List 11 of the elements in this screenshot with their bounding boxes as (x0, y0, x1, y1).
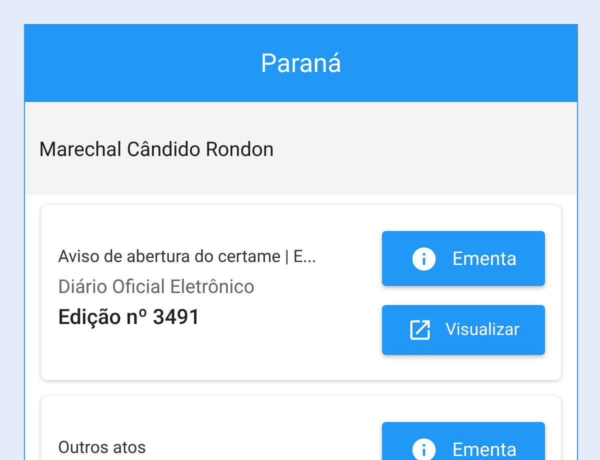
publication-subject: Aviso de abertura do certame | E... (58, 247, 316, 267)
state-title: Paraná (260, 48, 342, 78)
info-icon (410, 436, 438, 460)
view-button[interactable]: Visualizar (382, 305, 545, 355)
ementa-button[interactable]: Ementa (382, 231, 545, 286)
publication-subject: Outros atos (58, 438, 146, 458)
info-icon (410, 244, 438, 272)
publication-source: Diário Oficial Eletrônico (58, 275, 256, 298)
city-name: Marechal Cândido Rondon (39, 136, 274, 160)
ementa-button[interactable]: Ementa (382, 422, 545, 460)
edition-number: Edição nº 3491 (58, 306, 202, 330)
